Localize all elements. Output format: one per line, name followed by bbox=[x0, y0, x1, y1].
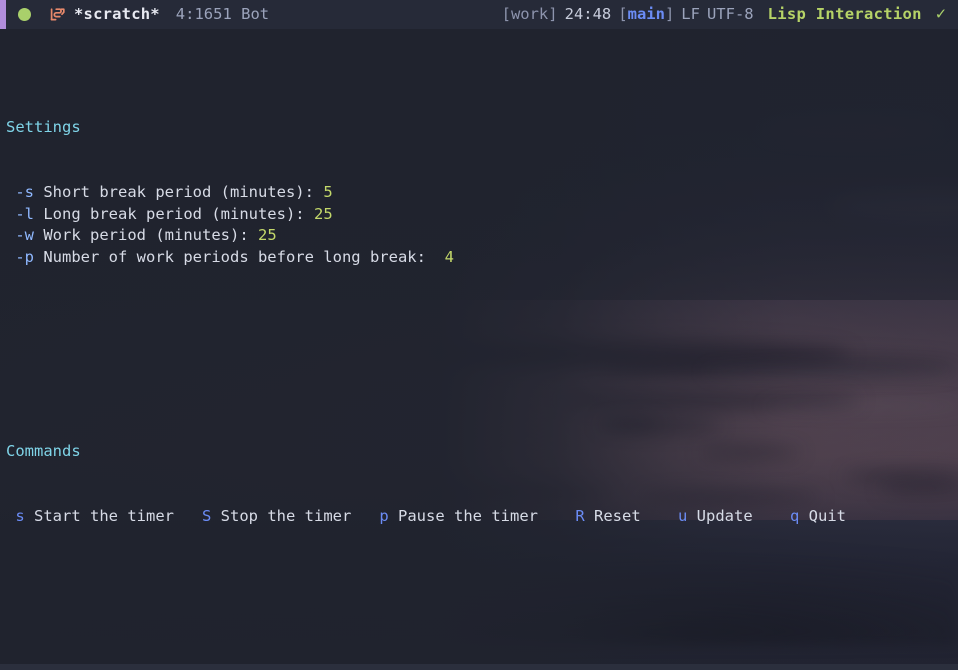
project-indicator[interactable]: [work] bbox=[502, 4, 558, 26]
command-key: s bbox=[15, 507, 25, 526]
settings-indent bbox=[6, 226, 15, 244]
vc-branch-indicator[interactable]: [main] bbox=[618, 4, 674, 26]
branch-bracket-close: ] bbox=[664, 4, 675, 23]
settings-flag: -s bbox=[15, 183, 35, 202]
settings-pad bbox=[435, 248, 444, 266]
commands-gap bbox=[753, 507, 790, 525]
modeline-header: *scratch* 4:1651 Bot [work] 24:48 [main]… bbox=[0, 0, 958, 29]
branch-name: main bbox=[627, 4, 665, 23]
settings-row[interactable]: -p Number of work periods before long br… bbox=[6, 247, 958, 269]
settings-label: Long break period (minutes): bbox=[34, 204, 314, 223]
settings-value: 25 bbox=[313, 204, 333, 223]
branch-bracket-open: [ bbox=[618, 4, 628, 23]
settings-indent bbox=[6, 183, 15, 201]
commands-heading-label: Commands bbox=[6, 442, 81, 461]
encoding-indicator[interactable]: UTF-8 bbox=[707, 4, 754, 26]
settings-label: Work period (minutes): bbox=[34, 226, 258, 245]
settings-heading: Settings bbox=[6, 117, 958, 139]
settings-heading-label: Settings bbox=[6, 118, 81, 137]
command-label: Update bbox=[687, 507, 753, 526]
buffer-name[interactable]: *scratch* bbox=[74, 4, 160, 26]
command-label: Quit bbox=[799, 507, 846, 526]
checkmark-icon: ✓ bbox=[935, 3, 946, 24]
settings-indent bbox=[6, 205, 15, 223]
settings-label: Short break period (minutes): bbox=[34, 183, 324, 202]
settings-list: -s Short break period (minutes): 5 -l Lo… bbox=[6, 182, 958, 268]
command-key: p bbox=[379, 507, 389, 526]
commands-gap bbox=[641, 507, 678, 525]
command-key: q bbox=[789, 507, 800, 526]
settings-flag: -p bbox=[15, 247, 35, 266]
line-ending-indicator[interactable]: LF bbox=[681, 4, 700, 26]
command-key: R bbox=[575, 507, 585, 526]
command-label: Reset bbox=[584, 507, 641, 526]
settings-indent bbox=[6, 248, 15, 266]
bottom-status-strip bbox=[0, 664, 958, 670]
commands-gap bbox=[538, 507, 575, 525]
commands-indent bbox=[6, 507, 15, 525]
modeline-accent-bar bbox=[0, 0, 6, 29]
commands-list: s Start the timer S Stop the timer p Pau… bbox=[6, 506, 958, 528]
command-key: S bbox=[202, 507, 212, 526]
scratch-buffer-text[interactable]: Settings -s Short break period (minutes)… bbox=[0, 29, 958, 664]
commands-heading: Commands bbox=[6, 441, 958, 463]
commands-gap bbox=[351, 507, 379, 525]
lisp-logo-icon bbox=[49, 7, 66, 22]
commands-gap bbox=[174, 507, 202, 525]
buffer-position: 4:1651 Bot bbox=[175, 4, 270, 23]
command-label: Pause the timer bbox=[388, 507, 538, 526]
settings-value: 4 bbox=[444, 247, 454, 266]
settings-value: 25 bbox=[257, 226, 277, 245]
command-key: u bbox=[677, 507, 688, 526]
settings-label: Number of work periods before long break… bbox=[34, 247, 436, 266]
settings-flag: -w bbox=[15, 226, 35, 245]
command-label: Start the timer bbox=[24, 507, 174, 526]
major-mode-indicator[interactable]: Lisp Interaction bbox=[768, 4, 922, 26]
settings-row[interactable]: -s Short break period (minutes): 5 bbox=[6, 182, 958, 204]
command-label: Stop the timer bbox=[211, 507, 352, 526]
settings-flag: -l bbox=[15, 204, 35, 223]
settings-row[interactable]: -l Long break period (minutes): 25 bbox=[6, 204, 958, 226]
buffer-modified-dot-icon bbox=[18, 8, 31, 21]
settings-row[interactable]: -w Work period (minutes): 25 bbox=[6, 225, 958, 247]
clock-indicator: 24:48 bbox=[564, 4, 612, 23]
settings-value: 5 bbox=[323, 183, 333, 202]
